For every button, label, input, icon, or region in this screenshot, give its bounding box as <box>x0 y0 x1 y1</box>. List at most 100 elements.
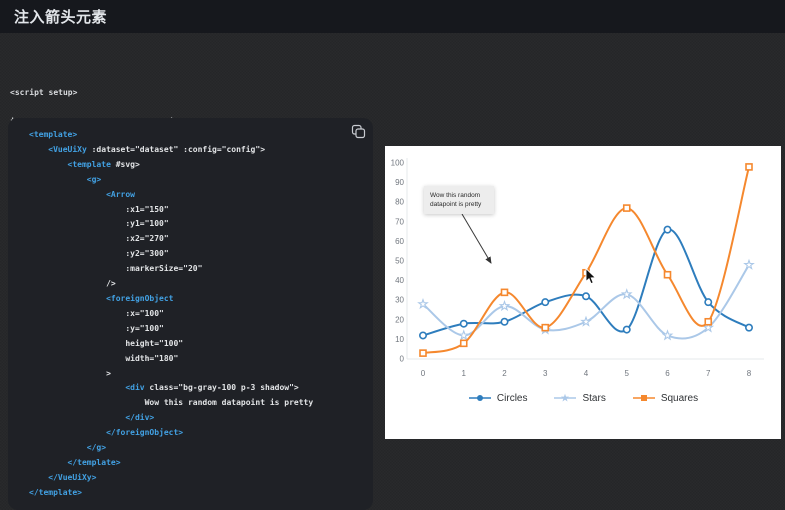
code-line: </template> <box>29 486 365 501</box>
code-token-tag: </template> <box>29 488 82 497</box>
code-token-text: Wow this random datapoint is pretty <box>145 398 314 407</box>
code-line: /> <box>29 277 365 292</box>
code-token-tag: <foreignObject <box>106 294 173 303</box>
code-token-tag: <Arrow <box>106 190 135 199</box>
circle-marker[interactable] <box>461 321 467 327</box>
y-tick-label: 40 <box>395 276 404 285</box>
x-tick-label: 0 <box>421 369 426 378</box>
code-line: :markerSize="20" <box>29 262 365 277</box>
circle-marker[interactable] <box>501 319 507 325</box>
code-token-tag: </div> <box>125 413 154 422</box>
y-tick-label: 50 <box>395 257 404 266</box>
star-marker[interactable] <box>663 331 672 339</box>
legend-item-squares[interactable]: Squares <box>632 392 698 404</box>
legend-item-stars[interactable]: Stars <box>553 392 605 404</box>
code-token-tag: <template> <box>29 130 77 139</box>
page-title: 注入箭头元素 <box>14 6 107 27</box>
code-line: width="180" <box>29 352 365 367</box>
y-tick-label: 0 <box>400 355 405 364</box>
circle-marker[interactable] <box>705 299 711 305</box>
code-token-text: width="180" <box>125 354 178 363</box>
square-marker[interactable] <box>624 205 630 211</box>
code-token-tag: <VueUiXy <box>48 145 87 154</box>
code-token-text: /> <box>106 279 116 288</box>
code-token-tag: </template> <box>68 458 121 467</box>
square-marker[interactable] <box>461 340 467 346</box>
code-line: :y1="100" <box>29 217 365 232</box>
square-legend-icon <box>632 392 656 404</box>
xy-chart: 0102030405060708090100012345678 Wow this… <box>385 146 781 439</box>
code-token-text: :x2="270" <box>125 234 168 243</box>
star-marker[interactable] <box>459 331 468 339</box>
code-token-text: :y="100" <box>125 324 164 333</box>
code-token-tag: </g> <box>87 443 106 452</box>
y-tick-label: 80 <box>395 198 404 207</box>
y-tick-label: 100 <box>391 159 405 168</box>
circle-marker[interactable] <box>624 326 630 332</box>
legend-label: Circles <box>497 393 528 404</box>
code-line: </div> <box>29 411 365 426</box>
code-token-tag: <g> <box>87 175 101 184</box>
code-line: </foreignObject> <box>29 426 365 441</box>
code-lines: <template> <VueUiXy :dataset="dataset" :… <box>29 128 365 501</box>
code-token-tag: </VueUiXy> <box>48 473 96 482</box>
x-tick-label: 7 <box>706 369 711 378</box>
code-line: </VueUiXy> <box>29 471 365 486</box>
code-line: </g> <box>29 441 365 456</box>
x-tick-label: 2 <box>502 369 507 378</box>
circle-marker[interactable] <box>420 332 426 338</box>
code-line: :y="100" <box>29 322 365 337</box>
x-tick-label: 4 <box>584 369 589 378</box>
code-line: height="100" <box>29 337 365 352</box>
star-marker[interactable] <box>745 260 754 268</box>
code-line: :y2="300" <box>29 247 365 262</box>
star-marker[interactable] <box>582 317 591 325</box>
annotation-arrow <box>462 214 491 263</box>
square-marker[interactable] <box>665 272 671 278</box>
page-header: 注入箭头元素 <box>0 0 785 33</box>
template-code-block: <template> <VueUiXy :dataset="dataset" :… <box>8 118 373 510</box>
square-marker[interactable] <box>502 289 508 295</box>
square-marker[interactable] <box>420 350 426 356</box>
y-tick-label: 70 <box>395 217 404 226</box>
code-line: </template> <box>29 456 365 471</box>
code-line: :x="100" <box>29 307 365 322</box>
legend-label: Stars <box>582 393 605 404</box>
code-line: <template #svg> <box>29 158 365 173</box>
code-line: <div class="bg-gray-100 p-3 shadow"> <box>29 381 365 396</box>
x-tick-label: 1 <box>462 369 467 378</box>
circle-marker[interactable] <box>664 226 670 232</box>
code-token-text: :x1="150" <box>125 205 168 214</box>
legend-label: Squares <box>661 393 698 404</box>
code-line: <template> <box>29 128 365 143</box>
code-token-tag: <template <box>68 160 111 169</box>
x-tick-label: 5 <box>625 369 630 378</box>
code-line: :x1="150" <box>29 203 365 218</box>
code-token-text: #svg> <box>111 160 140 169</box>
star-legend-icon <box>553 392 577 404</box>
annotation-box: Wow this random datapoint is pretty <box>424 186 494 214</box>
code-line: <VueUiXy :dataset="dataset" :config="con… <box>29 143 365 158</box>
code-line: <foreignObject <box>29 292 365 307</box>
circle-legend-icon <box>468 392 492 404</box>
y-tick-label: 30 <box>395 296 404 305</box>
star-marker[interactable] <box>622 290 631 298</box>
code-line: <Arrow <box>29 188 365 203</box>
code-line: <script setup> <box>10 88 179 98</box>
square-marker[interactable] <box>542 325 548 331</box>
circle-marker[interactable] <box>583 293 589 299</box>
square-marker[interactable] <box>746 164 752 170</box>
legend-item-circles[interactable]: Circles <box>468 392 528 404</box>
chart-legend: Circles Stars Squares <box>385 392 781 404</box>
square-marker[interactable] <box>705 319 711 325</box>
circle-marker[interactable] <box>542 299 548 305</box>
y-tick-label: 10 <box>395 335 404 344</box>
copy-icon[interactable] <box>350 124 366 140</box>
code-token-text: :y1="100" <box>125 219 168 228</box>
circle-marker[interactable] <box>746 324 752 330</box>
star-marker[interactable] <box>500 302 509 310</box>
x-tick-label: 3 <box>543 369 548 378</box>
mouse-cursor-icon <box>585 268 598 291</box>
code-token-text: > <box>106 369 111 378</box>
code-line: Wow this random datapoint is pretty <box>29 396 365 411</box>
